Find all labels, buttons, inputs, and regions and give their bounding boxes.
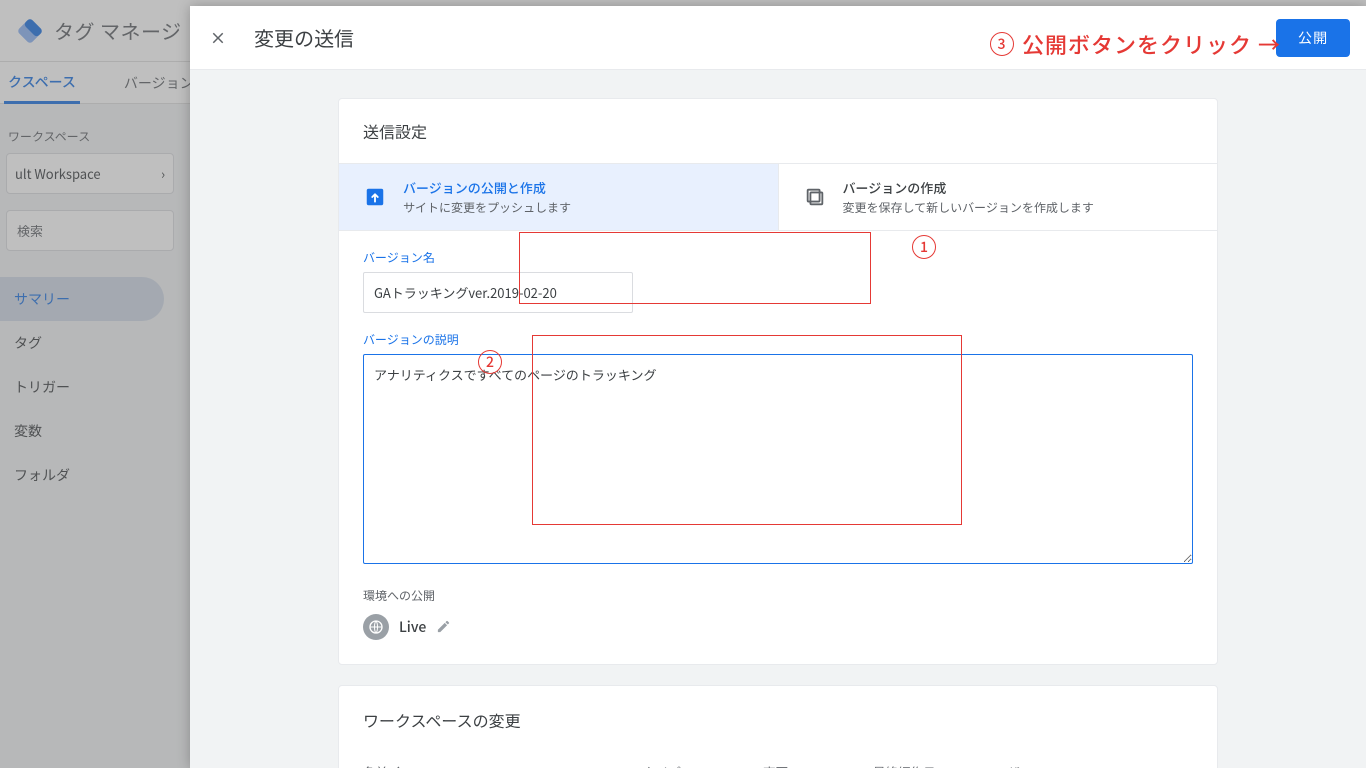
th-change[interactable]: 変更 [763, 762, 873, 768]
pencil-icon[interactable] [436, 615, 451, 639]
option-create-version[interactable]: バージョンの作成 変更を保存して新しいバージョンを作成します [779, 164, 1218, 230]
annotation-box-1 [519, 232, 871, 304]
option-create-sub: 変更を保存して新しいバージョンを作成します [843, 199, 1094, 216]
workspace-changes-card: ワークスペースの変更 名前 ↑ タイプ 変更 最終編集日 ユーザー [338, 685, 1218, 768]
modal-header: 変更の送信 公開 [190, 6, 1366, 70]
env-row: Live [363, 614, 1193, 640]
th-name[interactable]: 名前 ↑ [363, 762, 643, 768]
table-header: 名前 ↑ タイプ 変更 最終編集日 ユーザー [363, 762, 1193, 768]
globe-icon [363, 614, 389, 640]
sort-asc-icon: ↑ [392, 762, 405, 768]
th-user[interactable]: ユーザー [983, 762, 1073, 768]
annotation-box-2 [532, 335, 962, 525]
workspace-changes-title: ワークスペースの変更 [363, 708, 1193, 732]
close-button[interactable] [206, 26, 230, 50]
publish-option-row: バージョンの公開と作成 サイトに変更をプッシュします バージョンの作成 変更を保… [339, 163, 1217, 231]
publish-icon [363, 185, 387, 209]
env-name: Live [399, 617, 426, 637]
publish-settings-title: 送信設定 [339, 99, 1217, 163]
create-version-icon [803, 185, 827, 209]
modal-title: 変更の送信 [254, 23, 354, 52]
option-create-title: バージョンの作成 [843, 178, 1094, 197]
option-publish-sub: サイトに変更をプッシュします [403, 199, 571, 216]
option-publish-and-create[interactable]: バージョンの公開と作成 サイトに変更をプッシュします [339, 164, 778, 230]
env-label: 環境への公開 [363, 587, 1193, 604]
th-edit[interactable]: 最終編集日 [873, 762, 983, 768]
th-type[interactable]: タイプ [643, 762, 763, 768]
option-publish-title: バージョンの公開と作成 [403, 178, 571, 197]
publish-button[interactable]: 公開 [1276, 19, 1350, 57]
